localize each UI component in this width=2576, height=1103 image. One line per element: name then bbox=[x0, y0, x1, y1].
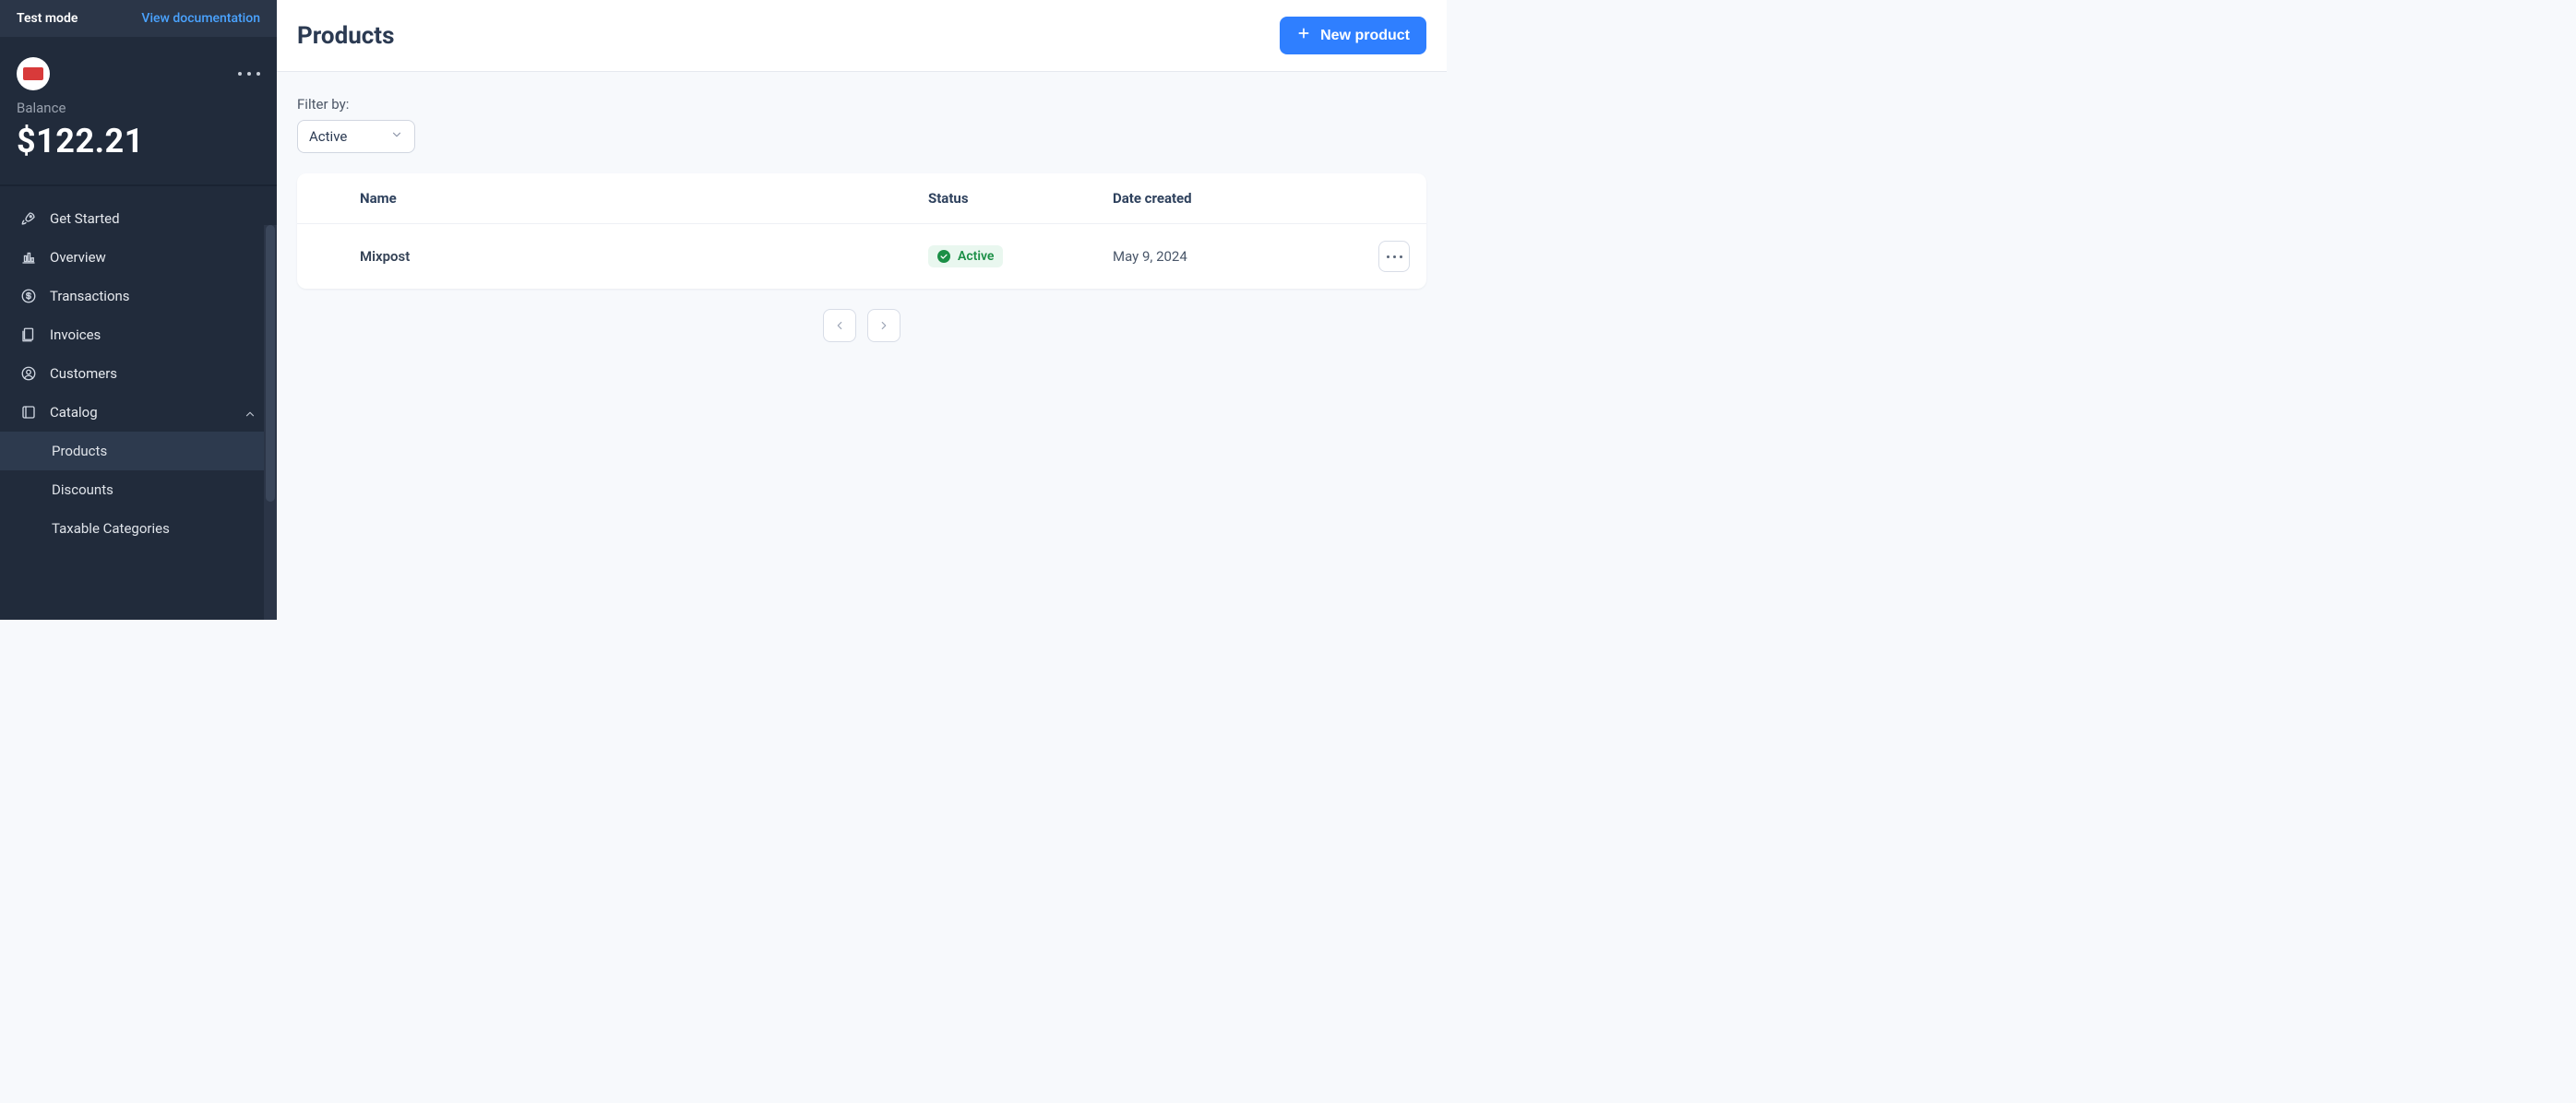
nav-products[interactable]: Products bbox=[0, 432, 277, 470]
status-badge: Active bbox=[928, 245, 1003, 267]
dollar-circle-icon bbox=[20, 288, 37, 304]
cell-status: Active bbox=[928, 245, 1113, 267]
view-documentation-link[interactable]: View documentation bbox=[141, 11, 260, 26]
nav-label: Catalog bbox=[50, 404, 231, 421]
catalog-subnav: Products Discounts Taxable Categories bbox=[0, 432, 277, 548]
cell-name: Mixpost bbox=[360, 248, 928, 265]
chevron-up-icon bbox=[244, 404, 256, 421]
sidebar-scrollbar-thumb[interactable] bbox=[266, 225, 275, 502]
new-product-button[interactable]: New product bbox=[1280, 17, 1426, 54]
catalog-icon bbox=[20, 404, 37, 421]
main-header: Products New product bbox=[277, 0, 1447, 72]
sidebar-nav: Get Started Overview Transactions Invoic… bbox=[0, 186, 277, 548]
balance-label: Balance bbox=[17, 100, 260, 116]
test-mode-label: Test mode bbox=[17, 11, 78, 26]
balance-block: Balance $122.21 bbox=[0, 100, 277, 184]
table-row[interactable]: Mixpost Active May 9, 2024 bbox=[297, 224, 1426, 289]
nav-label: Get Started bbox=[50, 210, 256, 227]
col-name[interactable]: Name bbox=[360, 190, 928, 207]
rocket-icon bbox=[20, 210, 37, 227]
filter-selected-value: Active bbox=[309, 128, 347, 145]
table-header: Name Status Date created bbox=[297, 173, 1426, 224]
brand-logo[interactable] bbox=[17, 57, 50, 90]
nav-transactions[interactable]: Transactions bbox=[0, 277, 277, 315]
nav-invoices[interactable]: Invoices bbox=[0, 315, 277, 354]
page-title: Products bbox=[297, 22, 394, 50]
user-circle-icon bbox=[20, 365, 37, 382]
check-circle-icon bbox=[937, 250, 950, 263]
nav-label: Transactions bbox=[50, 288, 256, 304]
nav-label: Invoices bbox=[50, 326, 256, 343]
pager-next-button[interactable] bbox=[867, 309, 900, 342]
new-product-label: New product bbox=[1320, 28, 1410, 44]
invoice-icon bbox=[20, 326, 37, 343]
col-date[interactable]: Date created bbox=[1113, 190, 1353, 207]
filter-label: Filter by: bbox=[297, 96, 1426, 113]
main: Products New product Filter by: Active N… bbox=[277, 0, 1447, 620]
row-actions-button[interactable] bbox=[1378, 241, 1410, 272]
plus-icon bbox=[1296, 26, 1311, 45]
brand-row bbox=[0, 37, 277, 100]
cell-date: May 9, 2024 bbox=[1113, 248, 1353, 265]
sidebar: Test mode View documentation Balance $12… bbox=[0, 0, 277, 620]
nav-get-started[interactable]: Get Started bbox=[0, 199, 277, 238]
bar-chart-icon bbox=[20, 249, 37, 266]
chevron-down-icon bbox=[390, 128, 403, 145]
nav-taxable-categories[interactable]: Taxable Categories bbox=[0, 509, 277, 548]
sidebar-topbar: Test mode View documentation bbox=[0, 0, 277, 37]
sidebar-scrollbar[interactable] bbox=[264, 225, 277, 620]
nav-discounts[interactable]: Discounts bbox=[0, 470, 277, 509]
account-menu-button[interactable] bbox=[238, 72, 260, 76]
nav-catalog[interactable]: Catalog bbox=[0, 393, 277, 432]
nav-overview[interactable]: Overview bbox=[0, 238, 277, 277]
nav-label: Customers bbox=[50, 365, 256, 382]
nav-customers[interactable]: Customers bbox=[0, 354, 277, 393]
balance-amount: $122.21 bbox=[17, 122, 260, 160]
pagination bbox=[297, 309, 1426, 342]
col-status[interactable]: Status bbox=[928, 190, 1113, 207]
filter-status-select[interactable]: Active bbox=[297, 120, 415, 153]
nav-label: Overview bbox=[50, 249, 256, 266]
products-table: Name Status Date created Mixpost Active bbox=[297, 173, 1426, 289]
content: Filter by: Active Name Status Date creat… bbox=[277, 72, 1447, 366]
status-text: Active bbox=[958, 249, 994, 264]
pager-prev-button[interactable] bbox=[823, 309, 856, 342]
